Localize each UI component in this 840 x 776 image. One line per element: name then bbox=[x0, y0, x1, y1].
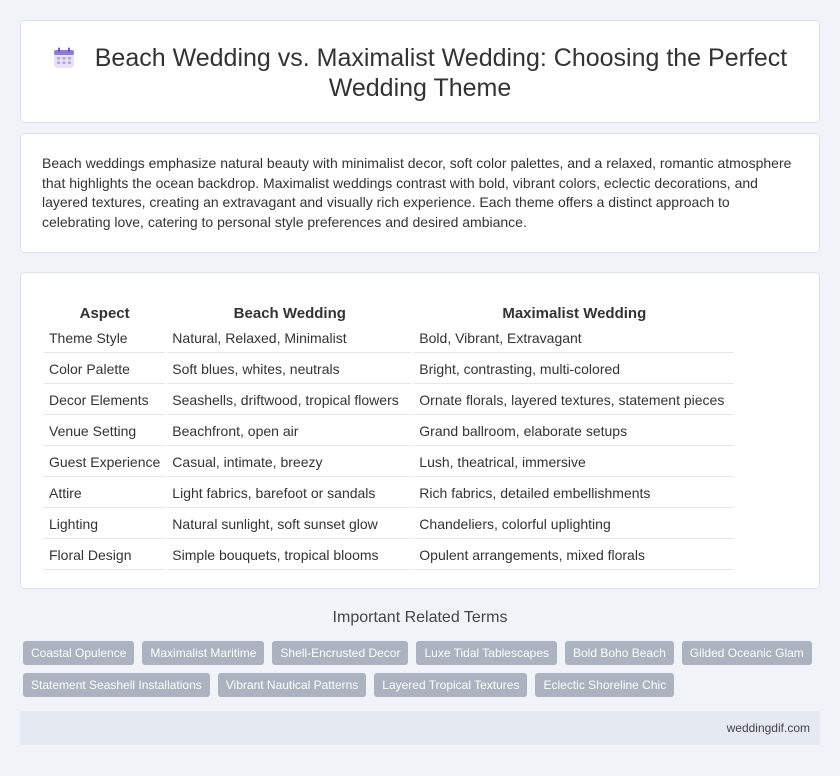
row-maximalist-value: Ornate florals, layered textures, statem… bbox=[414, 386, 735, 415]
row-maximalist-value: Lush, theatrical, immersive bbox=[414, 448, 735, 477]
row-aspect: Venue Setting bbox=[44, 417, 166, 446]
tag-row: Coastal Opulence Maximalist Maritime She… bbox=[23, 641, 823, 665]
row-maximalist-value: Bright, contrasting, multi-colored bbox=[414, 355, 735, 384]
row-beach-value: Natural, Relaxed, Minimalist bbox=[167, 324, 413, 353]
tag-maximalist-maritime[interactable]: Maximalist Maritime bbox=[142, 641, 265, 665]
table-header-row: Aspect Beach Wedding Maximalist Wedding bbox=[44, 296, 734, 322]
comparison-card: Aspect Beach Wedding Maximalist Wedding … bbox=[20, 272, 820, 589]
row-aspect: Guest Experience bbox=[44, 448, 166, 477]
row-maximalist-value: Rich fabrics, detailed embellishments bbox=[414, 479, 735, 508]
related-terms-heading: Important Related Terms bbox=[332, 609, 508, 626]
table-row: Attire Light fabrics, barefoot or sandal… bbox=[44, 479, 735, 508]
title-wrap: Beach Wedding vs. Maximalist Wedding: Ch… bbox=[21, 43, 819, 103]
intro-paragraph: Beach weddings emphasize natural beauty … bbox=[42, 155, 792, 230]
table-row: Decor Elements Seashells, driftwood, tro… bbox=[44, 386, 735, 415]
tag-coastal-opulence[interactable]: Coastal Opulence bbox=[23, 641, 135, 665]
footer-site-link[interactable]: weddingdif.com bbox=[727, 721, 810, 735]
intro-card: Beach weddings emphasize natural beauty … bbox=[20, 133, 820, 253]
tag-statement-seashell-installations[interactable]: Statement Seashell Installations bbox=[23, 673, 210, 697]
header-beach-wedding: Beach Wedding bbox=[233, 305, 346, 322]
tag-gilded-oceanic-glam[interactable]: Gilded Oceanic Glam bbox=[681, 641, 812, 665]
row-maximalist-value: Chandeliers, colorful uplighting bbox=[414, 510, 735, 539]
table-row: Guest Experience Casual, intimate, breez… bbox=[44, 448, 735, 477]
tag-shell-encrusted-decor[interactable]: Shell-Encrusted Decor bbox=[272, 641, 409, 665]
page-title: Beach Wedding vs. Maximalist Wedding: Ch… bbox=[94, 44, 788, 102]
row-beach-value: Soft blues, whites, neutrals bbox=[167, 355, 413, 384]
row-beach-value: Simple bouquets, tropical blooms bbox=[167, 541, 413, 570]
table-row: Theme Style Natural, Relaxed, Minimalist… bbox=[44, 324, 735, 353]
table-row: Venue Setting Beachfront, open air Grand… bbox=[44, 417, 735, 446]
table-row: Lighting Natural sunlight, soft sunset g… bbox=[44, 510, 735, 539]
calendar-icon bbox=[53, 47, 74, 68]
row-beach-value: Seashells, driftwood, tropical flowers bbox=[167, 386, 413, 415]
header-aspect: Aspect bbox=[79, 305, 130, 322]
row-aspect: Lighting bbox=[44, 510, 166, 539]
tag-luxe-tidal-tablescapes[interactable]: Luxe Tidal Tablescapes bbox=[416, 641, 557, 665]
row-aspect: Decor Elements bbox=[44, 386, 166, 415]
row-beach-value: Natural sunlight, soft sunset glow bbox=[167, 510, 413, 539]
footer: weddingdif.com bbox=[20, 711, 820, 745]
table-row: Floral Design Simple bouquets, tropical … bbox=[44, 541, 735, 570]
row-beach-value: Casual, intimate, breezy bbox=[167, 448, 413, 477]
row-aspect: Floral Design bbox=[44, 541, 166, 570]
row-aspect: Color Palette bbox=[44, 355, 166, 384]
tag-row: Statement Seashell Installations Vibrant… bbox=[23, 673, 823, 697]
row-maximalist-value: Opulent arrangements, mixed florals bbox=[414, 541, 735, 570]
tag-bold-boho-beach[interactable]: Bold Boho Beach bbox=[565, 641, 674, 665]
header-maximalist-wedding: Maximalist Wedding bbox=[502, 305, 647, 322]
comparison-table: Aspect Beach Wedding Maximalist Wedding … bbox=[42, 294, 736, 572]
row-beach-value: Beachfront, open air bbox=[167, 417, 413, 446]
row-aspect: Theme Style bbox=[44, 324, 166, 353]
table-row: Color Palette Soft blues, whites, neutra… bbox=[44, 355, 735, 384]
row-aspect: Attire bbox=[44, 479, 166, 508]
related-terms-list: Coastal Opulence Maximalist Maritime She… bbox=[23, 641, 823, 705]
row-maximalist-value: Bold, Vibrant, Extravagant bbox=[414, 324, 735, 353]
tag-eclectic-shoreline-chic[interactable]: Eclectic Shoreline Chic bbox=[535, 673, 675, 697]
tag-layered-tropical-textures[interactable]: Layered Tropical Textures bbox=[374, 673, 528, 697]
tag-vibrant-nautical-patterns[interactable]: Vibrant Nautical Patterns bbox=[217, 673, 367, 697]
row-maximalist-value: Grand ballroom, elaborate setups bbox=[414, 417, 735, 446]
title-card: Beach Wedding vs. Maximalist Wedding: Ch… bbox=[20, 20, 820, 123]
row-beach-value: Light fabrics, barefoot or sandals bbox=[167, 479, 413, 508]
